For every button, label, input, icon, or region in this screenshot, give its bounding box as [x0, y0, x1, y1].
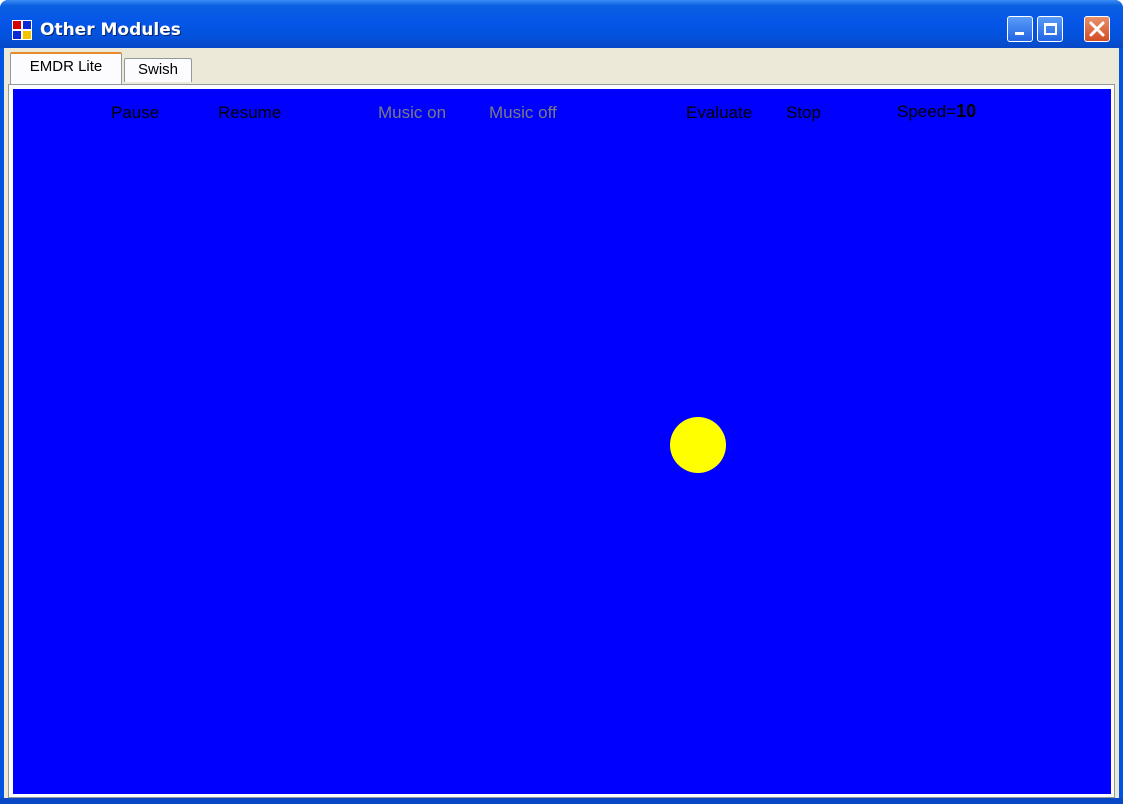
tab-emdr-lite[interactable]: EMDR Lite [10, 52, 122, 84]
speed-label: Speed= [897, 102, 957, 121]
evaluate-button[interactable]: Evaluate [686, 103, 752, 123]
app-window: Other Modules EMDR Lite Swish Pause Resu… [0, 0, 1123, 804]
resume-button[interactable]: Resume [218, 103, 281, 123]
speed-value: 10 [956, 101, 977, 121]
window-bottom-border [0, 798, 1123, 804]
emdr-canvas[interactable]: Pause Resume Music on Music off Evaluate… [13, 89, 1111, 794]
maximize-icon [1044, 23, 1057, 35]
stop-button[interactable]: Stop [786, 103, 821, 123]
moving-ball [670, 417, 726, 473]
pause-button[interactable]: Pause [111, 103, 159, 123]
speed-readout: Speed=10 [897, 101, 976, 122]
tab-swish[interactable]: Swish [124, 58, 192, 82]
title-bar[interactable]: Other Modules [0, 0, 1123, 48]
maximize-button[interactable] [1037, 16, 1063, 42]
music-on-button[interactable]: Music on [378, 103, 446, 123]
minimize-icon [1015, 32, 1024, 35]
window-title: Other Modules [40, 20, 181, 40]
close-icon [1089, 21, 1105, 37]
minimize-button[interactable] [1007, 16, 1033, 42]
application-icon [12, 20, 32, 40]
close-button[interactable] [1084, 16, 1110, 42]
music-off-button[interactable]: Music off [489, 103, 557, 123]
